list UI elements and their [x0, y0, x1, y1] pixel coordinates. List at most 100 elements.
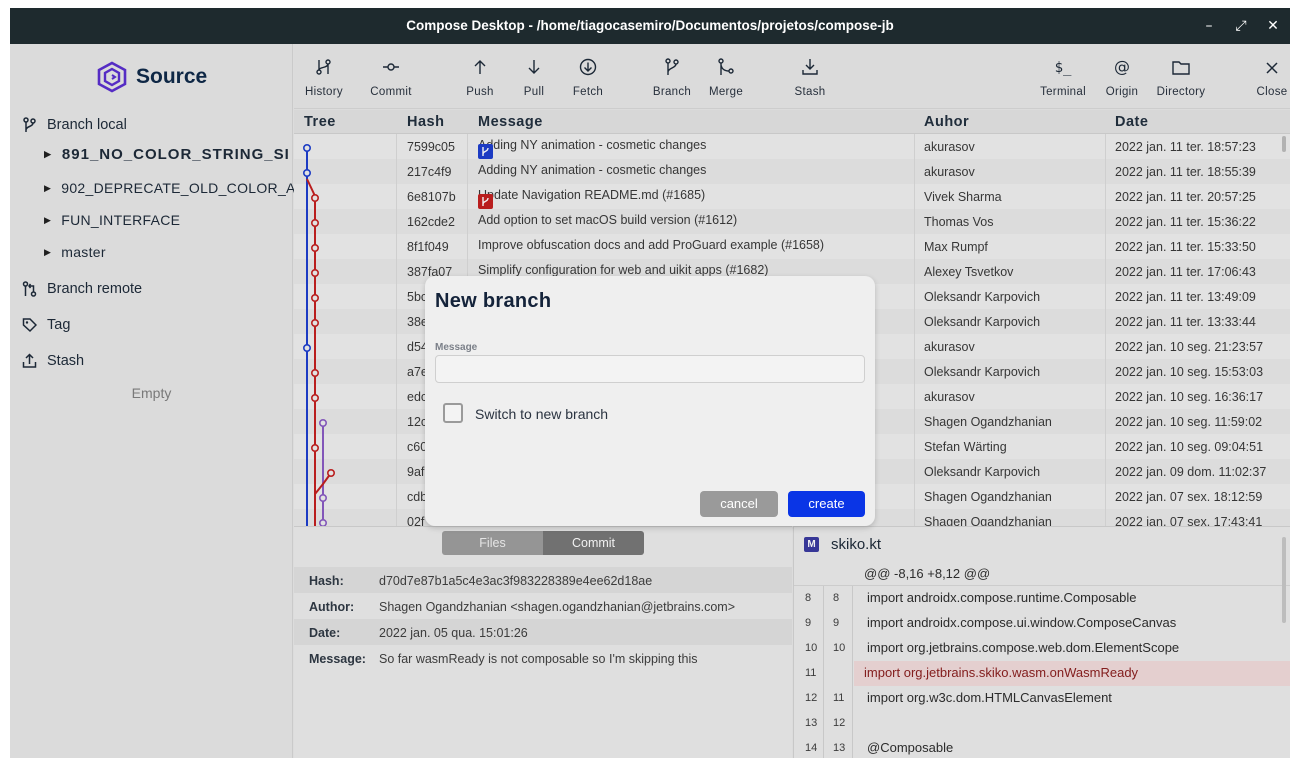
commit-hash: 217c4f9 [407, 165, 452, 179]
commit-node[interactable] [310, 369, 319, 378]
commit-node[interactable] [310, 244, 319, 253]
maximize-button[interactable]: ⤢ [1231, 16, 1251, 36]
cancel-button[interactable]: cancel [700, 491, 778, 517]
branch-remote-section[interactable]: Branch remote [22, 278, 142, 300]
branch-local-section[interactable]: Branch local [22, 114, 127, 136]
fetch-button[interactable]: Fetch [568, 44, 608, 109]
close-repo-button[interactable]: Close [1254, 44, 1290, 109]
commit-message: Update Navigation README.md (#1685) [478, 188, 706, 202]
sidebar: Source Branch local ▶ 891_NO_COLOR_STRIN… [10, 44, 294, 758]
commit-node[interactable] [310, 294, 319, 303]
minimize-button[interactable]: – [1199, 16, 1219, 36]
commit-date: 2022 jan. 11 ter. 20:57:25 [1115, 190, 1256, 204]
commit-node[interactable] [310, 269, 319, 278]
branch-item[interactable]: ▶ FUN_INTERFACE [44, 209, 294, 231]
create-button[interactable]: create [788, 491, 865, 517]
branch-item-active[interactable]: ▶ 891_NO_COLOR_STRING_SI [44, 143, 294, 165]
branch-button[interactable]: Branch [650, 44, 694, 109]
commit-hash: 6e8107b [407, 190, 456, 204]
commit-button[interactable]: Commit [369, 44, 413, 109]
tab-files[interactable]: Files [442, 531, 543, 555]
old-line-number: 14 [805, 742, 818, 754]
code-text: import org.jetbrains.compose.web.dom.Ele… [867, 640, 1180, 655]
stash-button-label: Stash [794, 86, 826, 98]
stash-upload-icon [22, 353, 37, 368]
table-row[interactable]: 7599c05 Adding NY animation - cosmetic ch… [294, 134, 1290, 159]
old-line-number: 9 [805, 617, 812, 629]
commit-date: 2022 jan. 11 ter. 13:49:09 [1115, 290, 1256, 304]
new-line-number: 11 [833, 692, 845, 704]
commit-date: 2022 jan. 11 ter. 15:33:50 [1115, 240, 1256, 254]
push-button[interactable]: Push [461, 44, 499, 109]
app-logo: Source [96, 61, 207, 93]
branch-name: master [61, 244, 106, 260]
commit-date: 2022 jan. 10 seg. 16:36:17 [1115, 390, 1264, 404]
commit-hash: 7599c05 [407, 140, 455, 154]
tag-icon [22, 318, 37, 333]
old-line-number: 10 [805, 642, 818, 654]
commit-message: Adding NY animation - cosmetic changes [478, 138, 707, 152]
git-merge-icon [718, 58, 734, 75]
commit-date: 2022 jan. 11 ter. 13:33:44 [1115, 315, 1256, 329]
commit-node[interactable] [310, 219, 319, 228]
table-row[interactable]: 162cde2 Add option to set macOS build ver… [294, 209, 1290, 234]
commit-author: Alexey Tsvetkov [924, 265, 1014, 279]
close-window-button[interactable]: ✕ [1263, 16, 1283, 36]
commit-hash: 162cde2 [407, 215, 455, 229]
branch-tag-icon [478, 144, 493, 159]
commit-node[interactable] [303, 344, 312, 353]
new-line-number: 12 [833, 717, 846, 729]
switch-branch-label[interactable]: Switch to new branch [475, 406, 608, 422]
log-scrollbar[interactable] [1282, 136, 1286, 152]
tab-commit[interactable]: Commit [543, 531, 644, 555]
graph-nodes [303, 144, 335, 526]
commit-node[interactable] [310, 443, 319, 452]
hash-value: d70d7e87b1a5c4e3ac3f983228389e4ee62d18ae [379, 574, 653, 588]
branch-name-input[interactable] [435, 355, 865, 383]
commit-node[interactable] [318, 493, 327, 502]
origin-button[interactable]: @ Origin [1104, 44, 1140, 109]
commit-author: Shagen Ogandzhanian [924, 490, 1052, 504]
commit-message: Adding NY animation - cosmetic changes [478, 163, 707, 177]
pull-button[interactable]: Pull [516, 44, 552, 109]
branch-item[interactable]: ▶ 902_DEPRECATE_OLD_COLOR_API [44, 177, 294, 199]
column-header-author[interactable]: Auhor [924, 114, 969, 130]
commit-node[interactable] [310, 193, 319, 202]
stash-section[interactable]: Stash [22, 350, 84, 372]
merge-button[interactable]: Merge [707, 44, 745, 109]
commit-author: Stefan Wärting [924, 440, 1007, 454]
branch-item[interactable]: ▶ master [44, 241, 294, 263]
commit-message-cell: Adding NY animation - cosmetic changes [478, 163, 706, 177]
commit-node[interactable] [303, 144, 312, 153]
column-header-hash[interactable]: Hash [407, 114, 444, 130]
table-row[interactable]: 8f1f049 Improve obfuscation docs and add … [294, 234, 1290, 259]
commit-node[interactable] [326, 468, 335, 477]
column-header-message[interactable]: Message [478, 114, 543, 130]
switch-branch-checkbox[interactable] [443, 403, 463, 423]
diff-scrollbar[interactable] [1282, 537, 1286, 623]
old-line-number: 11 [805, 667, 817, 679]
terminal-button[interactable]: $_ Terminal [1038, 44, 1088, 109]
commit-node[interactable] [310, 319, 319, 328]
old-line-number: 13 [805, 717, 818, 729]
title-bar: Compose Desktop - /home/tiagocasemiro/Do… [10, 8, 1290, 44]
fetch-label: Fetch [572, 86, 604, 98]
history-button[interactable]: History [304, 44, 344, 109]
commit-author: Thomas Vos [924, 215, 994, 229]
commit-node[interactable] [318, 418, 327, 427]
commit-details-panel: Files Commit Hash: d70d7e87b1a5c4e3ac3f9… [294, 526, 792, 758]
window-title: Compose Desktop - /home/tiagocasemiro/Do… [406, 18, 894, 33]
directory-button[interactable]: Directory [1154, 44, 1208, 109]
tag-section[interactable]: Tag [22, 314, 70, 336]
author-value: Shagen Ogandzhanian <shagen.ogandzhanian… [379, 600, 736, 614]
column-header-date[interactable]: Date [1115, 114, 1148, 130]
old-line-number: 12 [805, 692, 818, 704]
commit-node[interactable] [303, 168, 312, 177]
table-row[interactable]: 217c4f9 Adding NY animation - cosmetic ch… [294, 159, 1290, 184]
commit-date: 2022 jan. 07 sex. 17:43:41 [1115, 515, 1263, 526]
table-row[interactable]: 6e8107b Update Navigation README.md (#168… [294, 184, 1290, 209]
commit-author: Shagen Ogandzhanian [924, 515, 1052, 526]
commit-node[interactable] [310, 393, 319, 402]
stash-button[interactable]: Stash [792, 44, 828, 109]
column-header-tree[interactable]: Tree [304, 114, 336, 130]
